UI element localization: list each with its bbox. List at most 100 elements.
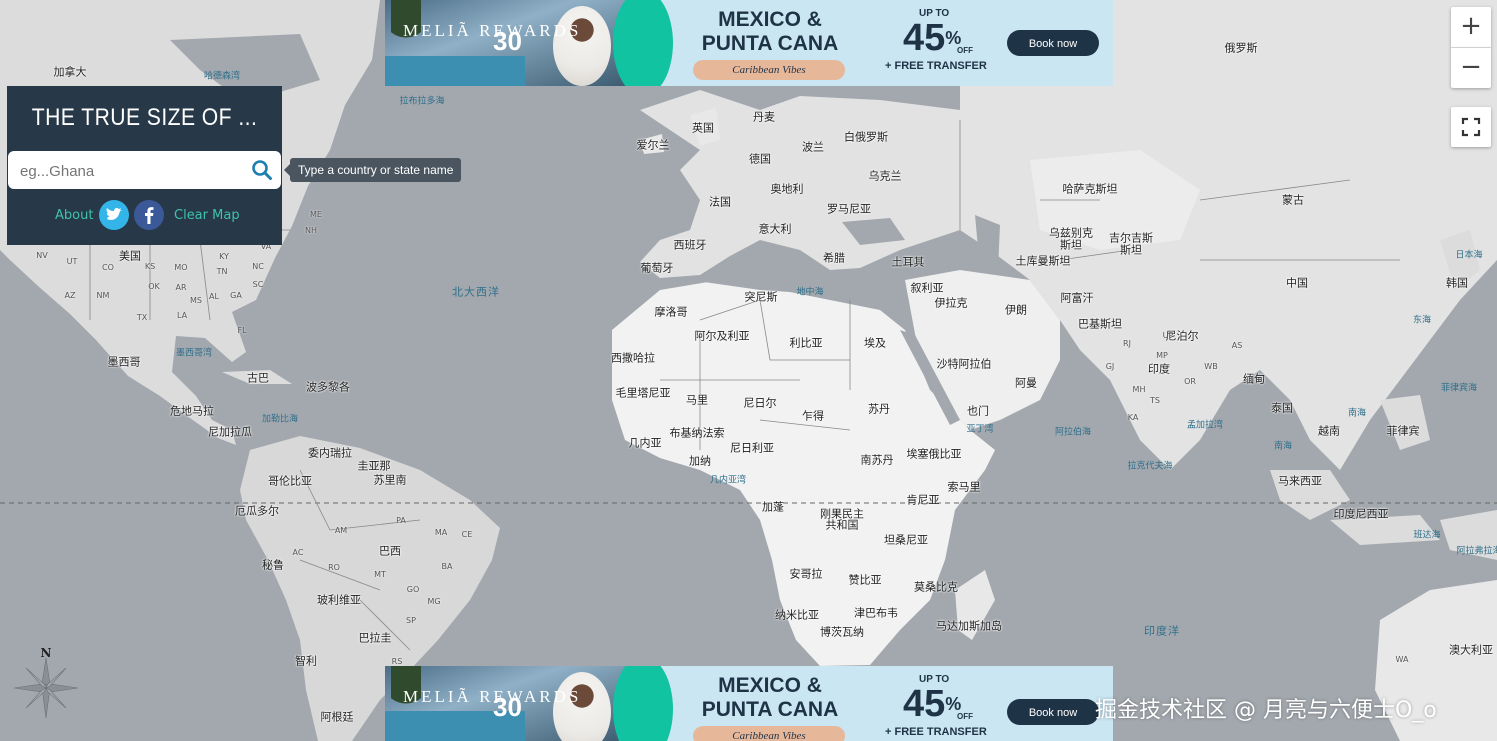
ad-decoration bbox=[613, 666, 673, 741]
water-label: 日本海 bbox=[1455, 250, 1483, 261]
country-label: 安哥拉 bbox=[789, 567, 823, 581]
state-label: SP bbox=[406, 616, 416, 625]
country-label: 几内亚 bbox=[628, 436, 662, 450]
country-label: 土库曼斯坦 bbox=[1015, 254, 1071, 268]
state-label: RO bbox=[328, 563, 340, 572]
water-label: 地中海 bbox=[796, 287, 824, 298]
state-label: NH bbox=[305, 226, 317, 235]
search-icon bbox=[252, 160, 272, 180]
state-label: KA bbox=[1127, 413, 1139, 422]
ad-percent-sign: % bbox=[945, 28, 962, 48]
country-label: 尼日尔 bbox=[743, 396, 777, 410]
country-label: 澳大利亚 bbox=[1449, 643, 1493, 657]
state-label: WA bbox=[1395, 655, 1409, 664]
ad-percent-sign: % bbox=[945, 694, 962, 714]
state-label: TS bbox=[1150, 396, 1160, 405]
fullscreen-button[interactable] bbox=[1451, 107, 1491, 147]
country-label: 也门 bbox=[967, 404, 989, 418]
ad-headline: MEXICO & PUNTA CANA bbox=[685, 8, 855, 56]
country-label: 波多黎各 bbox=[306, 380, 350, 394]
country-label: 委内瑞拉 bbox=[308, 446, 352, 460]
state-label: MG bbox=[427, 597, 441, 606]
country-label: 叙利亚 bbox=[910, 281, 944, 295]
search-box bbox=[8, 151, 281, 189]
state-label: UT bbox=[66, 257, 78, 266]
ad-headline-line2: PUNTA CANA bbox=[701, 698, 839, 721]
clear-map-link[interactable]: Clear Map bbox=[174, 208, 240, 223]
country-label: 埃塞俄比亚 bbox=[906, 447, 962, 461]
state-label: MO bbox=[174, 263, 188, 272]
ad-decoration bbox=[613, 0, 673, 86]
facebook-share-button[interactable] bbox=[134, 200, 164, 230]
country-search-input[interactable] bbox=[18, 157, 242, 185]
state-label: GJ bbox=[1105, 362, 1115, 371]
country-label: 印度尼西亚 bbox=[1333, 507, 1389, 521]
compass-icon: N bbox=[13, 646, 79, 719]
water-label: 孟加拉湾 bbox=[1186, 420, 1224, 431]
country-label: 哥伦比亚 bbox=[268, 474, 312, 488]
state-label: OR bbox=[1184, 377, 1196, 386]
country-label: 乌克兰 bbox=[868, 169, 902, 183]
country-label: 乍得 bbox=[802, 409, 824, 423]
country-label: 哈萨克斯坦 bbox=[1062, 182, 1118, 196]
state-label: CE bbox=[461, 530, 473, 539]
country-label: 斯坦 bbox=[1120, 243, 1142, 257]
zoom-out-button[interactable]: − bbox=[1451, 48, 1491, 88]
ad-book-now-button[interactable]: Book now bbox=[1007, 699, 1099, 725]
water-label: 南海 bbox=[1273, 441, 1293, 452]
country-label: 丹麦 bbox=[753, 110, 775, 124]
country-label: 阿尔及利亚 bbox=[694, 329, 750, 343]
water-label: 亚丁湾 bbox=[966, 424, 994, 435]
country-label: 毛里塔尼亚 bbox=[615, 386, 671, 400]
country-label: 赞比亚 bbox=[848, 573, 882, 587]
country-label: 莫桑比克 bbox=[914, 580, 958, 594]
ad-anniversary: 30 bbox=[493, 692, 522, 722]
country-label: 阿富汗 bbox=[1060, 291, 1094, 305]
country-label: 吉尔吉斯 bbox=[1109, 231, 1153, 245]
country-label: 波兰 bbox=[802, 140, 824, 154]
state-label: AR bbox=[175, 283, 187, 292]
state-label: NM bbox=[96, 291, 110, 300]
ad-headline: MEXICO & PUNTA CANA bbox=[685, 674, 855, 722]
state-label: AC bbox=[292, 548, 304, 557]
country-label: 加蓬 bbox=[762, 500, 784, 514]
water-label: 阿拉伯海 bbox=[1054, 427, 1092, 438]
state-label: PA bbox=[396, 516, 406, 525]
state-label: WB bbox=[1204, 362, 1218, 371]
zoom-in-button[interactable]: + bbox=[1451, 7, 1491, 48]
country-label: 突尼斯 bbox=[744, 290, 778, 304]
about-link[interactable]: About bbox=[55, 208, 93, 223]
state-label: RJ bbox=[1123, 339, 1131, 348]
ad-book-now-button[interactable]: Book now bbox=[1007, 30, 1099, 56]
country-label: 埃及 bbox=[864, 336, 886, 350]
compass-north-label: N bbox=[41, 646, 52, 660]
ad-headline-line2: PUNTA CANA bbox=[701, 32, 839, 55]
country-label: 马里 bbox=[686, 393, 708, 407]
state-label: AM bbox=[334, 526, 348, 535]
country-label: 法国 bbox=[709, 195, 731, 209]
country-label: 厄瓜多尔 bbox=[235, 504, 279, 518]
water-label: 拉克代夫海 bbox=[1127, 461, 1173, 472]
country-label: 西班牙 bbox=[673, 238, 707, 252]
water-label: 阿拉弗拉海 bbox=[1456, 546, 1497, 557]
search-button[interactable] bbox=[251, 159, 273, 181]
fullscreen-icon bbox=[1461, 117, 1481, 137]
twitter-share-button[interactable] bbox=[99, 200, 129, 230]
water-label: 墨西哥湾 bbox=[175, 348, 213, 359]
country-label: 奥地利 bbox=[770, 182, 804, 196]
ad-banner-top[interactable]: MELIÃ REWARDS 30 MEXICO & PUNTA CANA Car… bbox=[385, 0, 1113, 86]
water-label: 几内亚湾 bbox=[709, 475, 747, 486]
country-label: 圭亚那 bbox=[357, 459, 391, 473]
state-label: NV bbox=[36, 251, 48, 260]
panel-links: About Clear Map bbox=[7, 200, 282, 230]
country-label: 布基纳法索 bbox=[669, 426, 725, 440]
state-label: ME bbox=[310, 210, 322, 219]
state-label: NC bbox=[252, 262, 264, 271]
ad-banner-bottom[interactable]: MELIÃ REWARDS 30 MEXICO & PUNTA CANA Car… bbox=[385, 666, 1113, 741]
ad-percent-value: 45 bbox=[903, 17, 946, 59]
country-label: 古巴 bbox=[247, 371, 269, 385]
twitter-icon bbox=[106, 207, 122, 220]
country-label: 加拿大 bbox=[53, 65, 87, 79]
state-label: UP bbox=[1162, 331, 1174, 340]
country-label: 津巴布韦 bbox=[854, 606, 898, 620]
